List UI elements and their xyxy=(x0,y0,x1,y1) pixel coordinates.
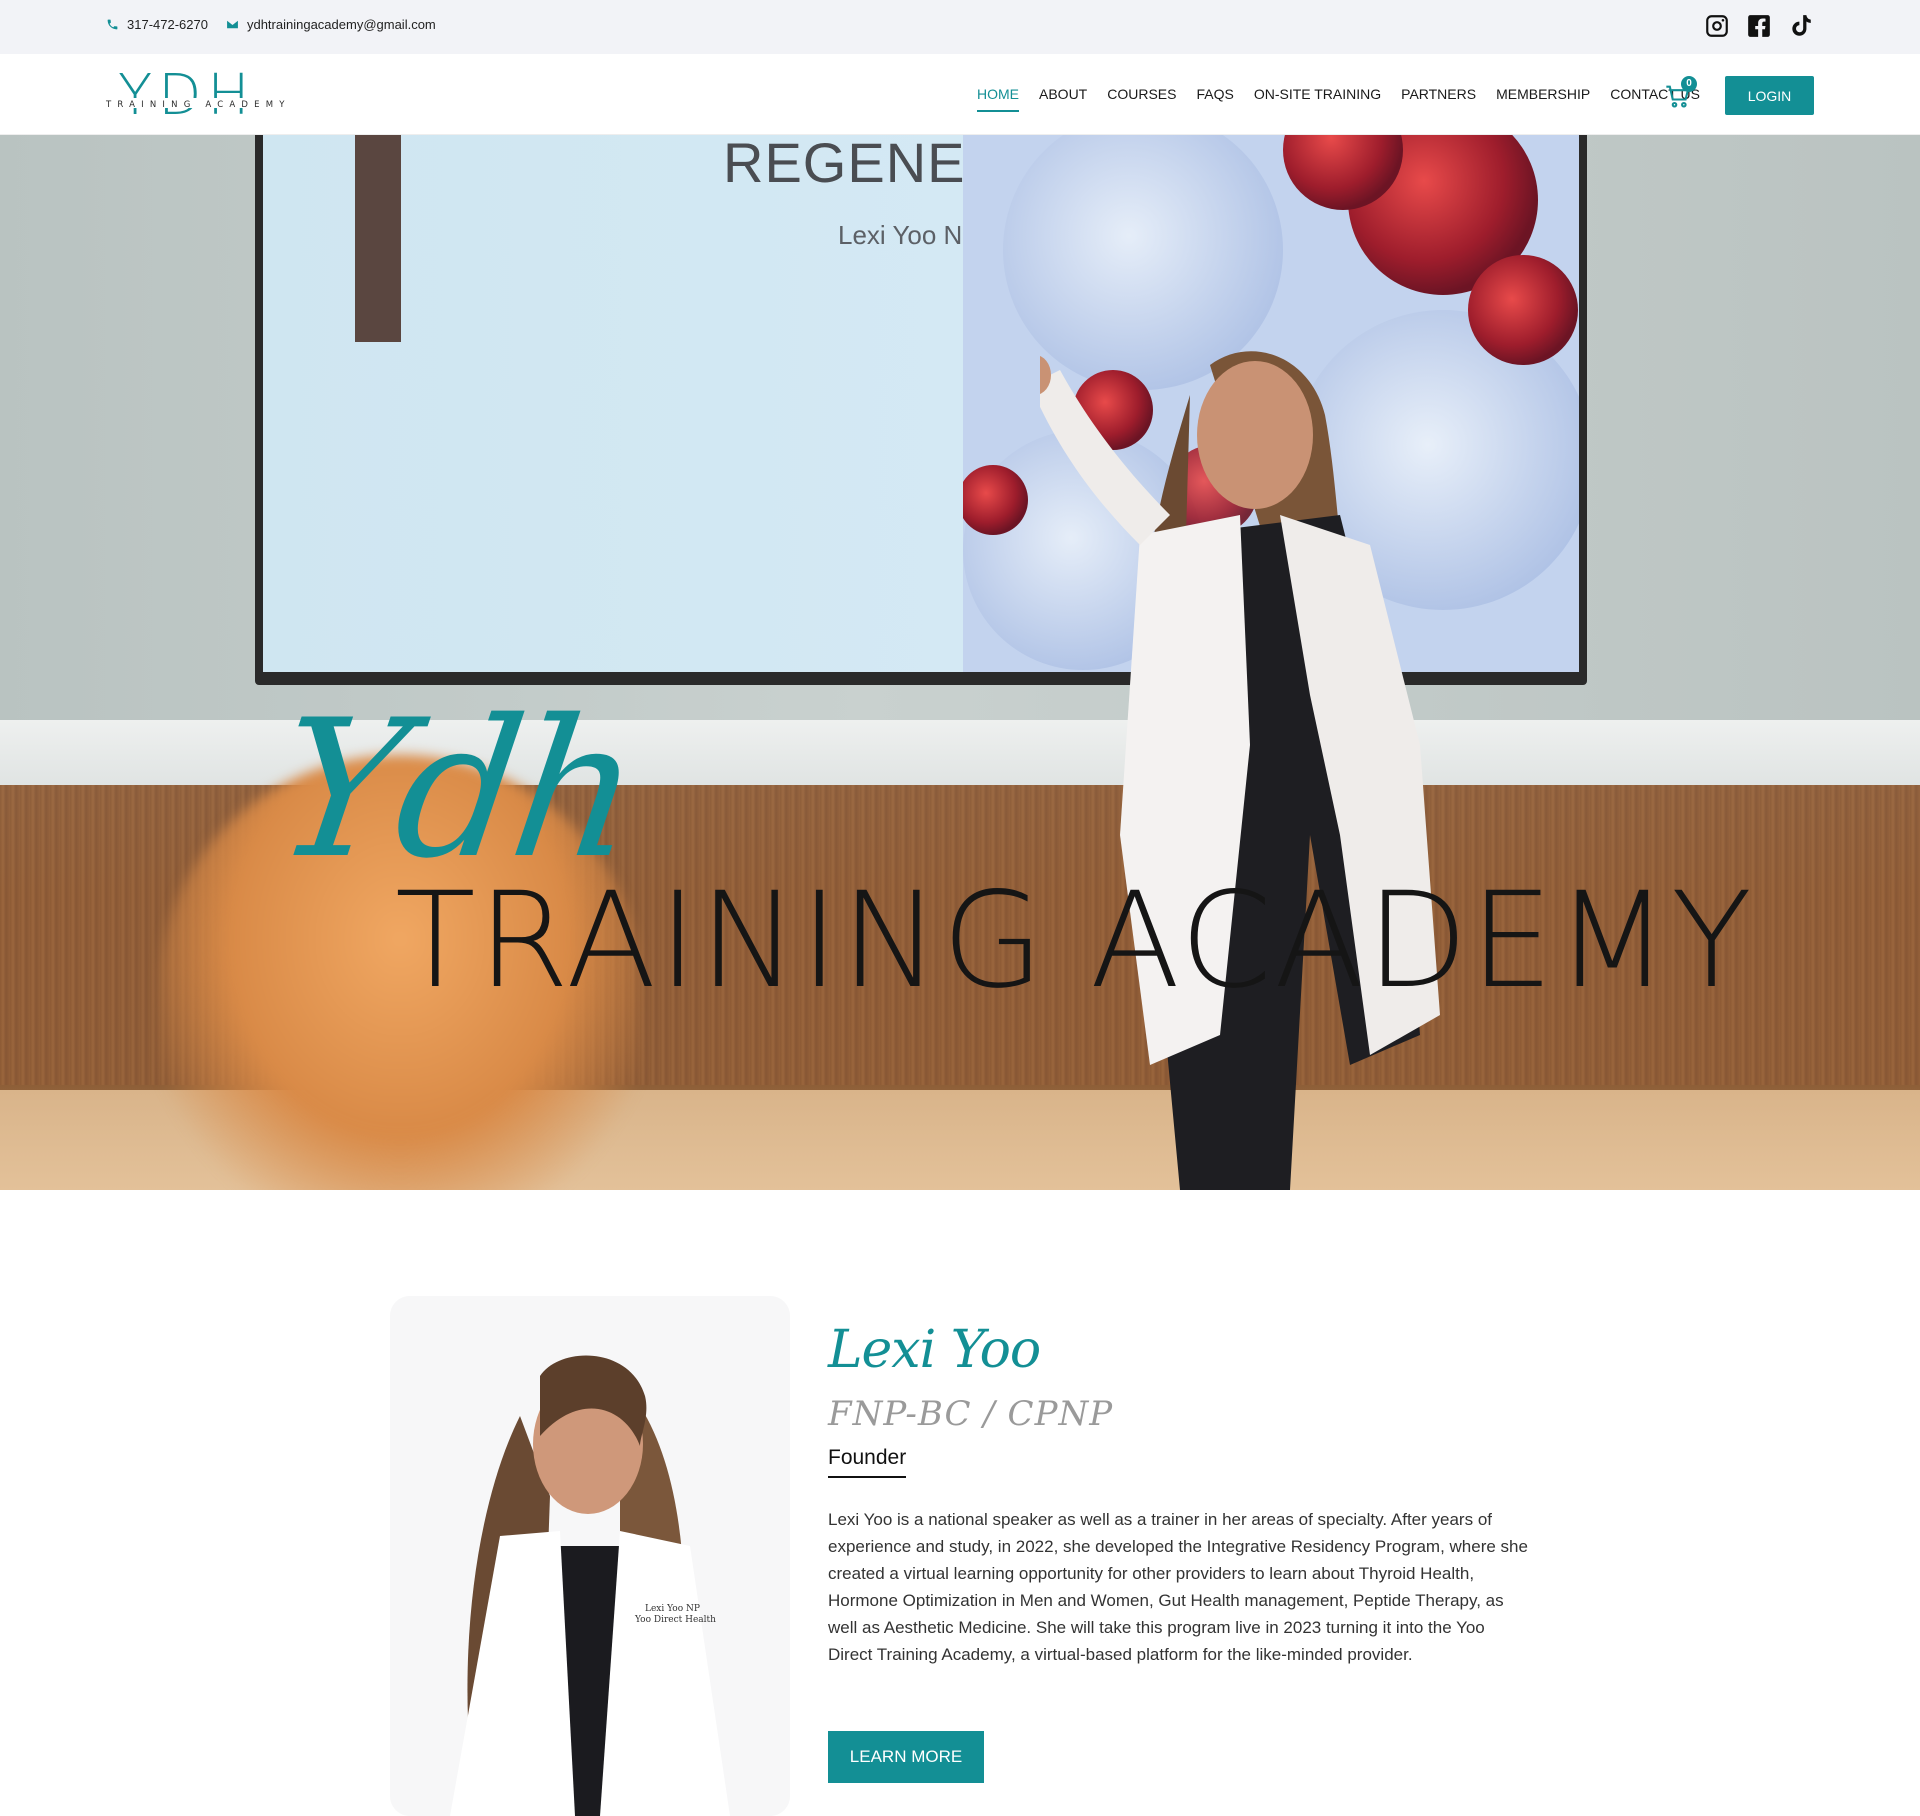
contact-info: 317-472-6270 ydhtrainingacademy@gmail.co… xyxy=(106,17,436,32)
svg-text:TRAINING ACADEMY: TRAINING ACADEMY xyxy=(105,100,291,110)
svg-text:Yoo Direct Health: Yoo Direct Health xyxy=(634,1615,716,1625)
tiktok-icon[interactable] xyxy=(1788,13,1814,39)
screen-accent-bar xyxy=(355,135,401,342)
phone-icon xyxy=(107,19,118,30)
founder-name: Lexi Yoo xyxy=(828,1320,1041,1380)
hero-script-logo: Ydh xyxy=(264,679,648,900)
instagram-icon[interactable] xyxy=(1704,13,1730,39)
nav-faqs[interactable]: FAQS xyxy=(1196,86,1233,112)
hero-title: TRAINING ACADEMY xyxy=(395,864,1754,1018)
hero-banner: REGENERATION Lexi Yoo NP Ydh TRAINING AC… xyxy=(0,135,1920,1190)
svg-text:Lexi Yoo NP: Lexi Yoo NP xyxy=(645,1604,700,1614)
founder-credentials: FNP-BC / CPNP xyxy=(828,1394,1114,1434)
founder-role: Founder xyxy=(828,1446,907,1478)
top-bar: 317-472-6270 ydhtrainingacademy@gmail.co… xyxy=(0,0,1920,54)
site-header: YDH TRAINING ACADEMY HOME ABOUT COURSES … xyxy=(0,54,1920,135)
founder-bio: Lexi Yoo is a national speaker as well a… xyxy=(828,1510,1528,1664)
site-logo[interactable]: YDH TRAINING ACADEMY xyxy=(104,62,294,126)
nav-courses[interactable]: COURSES xyxy=(1107,86,1176,112)
login-button[interactable]: LOGIN xyxy=(1725,76,1814,115)
facebook-icon[interactable] xyxy=(1746,13,1772,39)
nav-on-site-training[interactable]: ON-SITE TRAINING xyxy=(1254,86,1381,112)
main-nav: HOME ABOUT COURSES FAQS ON-SITE TRAINING… xyxy=(977,86,1700,112)
screen-subtitle: Lexi Yoo NP xyxy=(838,220,980,250)
learn-more-button[interactable]: LEARN MORE xyxy=(828,1731,984,1783)
social-links xyxy=(1704,13,1814,39)
cart-button[interactable]: 0 xyxy=(1664,76,1697,112)
nav-about[interactable]: ABOUT xyxy=(1039,86,1087,112)
cart-count-badge: 0 xyxy=(1681,76,1697,92)
presenter-figure xyxy=(1040,351,1440,1190)
founder-portrait-image: Lexi Yoo NP Yoo Direct Health xyxy=(390,1296,790,1816)
email-link[interactable]: ydhtrainingacademy@gmail.com xyxy=(226,17,436,32)
phone-number: 317-472-6270 xyxy=(127,17,208,32)
svg-text:YDH: YDH xyxy=(118,63,255,126)
founder-portrait: Lexi Yoo NP Yoo Direct Health xyxy=(390,1296,790,1816)
phone-link[interactable]: 317-472-6270 xyxy=(106,17,208,32)
email-address: ydhtrainingacademy@gmail.com xyxy=(246,17,436,32)
nav-partners[interactable]: PARTNERS xyxy=(1401,86,1476,112)
nav-membership[interactable]: MEMBERSHIP xyxy=(1496,86,1590,112)
nav-home[interactable]: HOME xyxy=(977,86,1019,112)
envelope-icon xyxy=(227,20,238,29)
